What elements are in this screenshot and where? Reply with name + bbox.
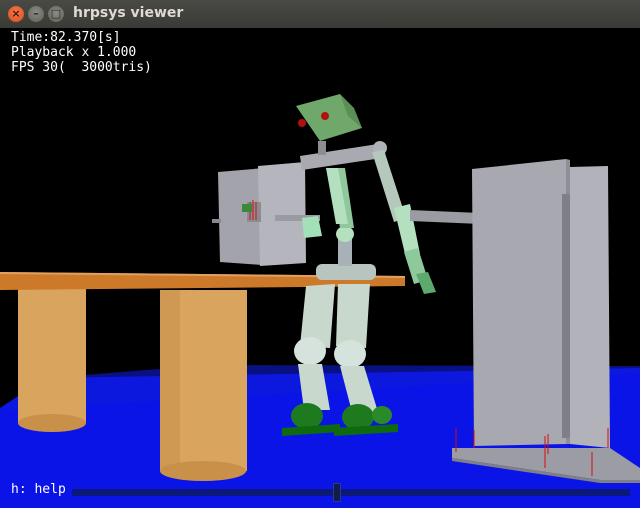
robot-right-thigh bbox=[336, 284, 370, 348]
playback-readout: Playback x 1.000 bbox=[11, 45, 137, 60]
robot-torso bbox=[338, 238, 352, 266]
robot-left-eye bbox=[298, 119, 306, 127]
fps-readout: FPS 30( 3000tris) bbox=[11, 60, 152, 75]
time-readout: Time:82.370[s] bbox=[11, 30, 121, 45]
playback-slider[interactable] bbox=[72, 489, 630, 496]
robot-extended-arm bbox=[410, 210, 481, 224]
maximize-window-button[interactable]: □ bbox=[48, 6, 64, 22]
3d-viewport[interactable] bbox=[0, 28, 640, 508]
scene-render bbox=[0, 94, 640, 508]
close-window-button[interactable]: × bbox=[8, 6, 24, 22]
minimize-window-button[interactable]: – bbox=[28, 6, 44, 22]
window-title: hrpsys viewer bbox=[73, 5, 184, 21]
window-titlebar: × – □ hrpsys viewer bbox=[0, 0, 640, 29]
robot-right-eye bbox=[321, 112, 329, 120]
robot-shoulder-bar bbox=[300, 144, 382, 170]
help-hint: h: help bbox=[11, 482, 66, 497]
table-leg-back bbox=[18, 288, 86, 431]
wall-panel bbox=[472, 159, 566, 446]
playback-slider-thumb[interactable] bbox=[333, 483, 342, 502]
